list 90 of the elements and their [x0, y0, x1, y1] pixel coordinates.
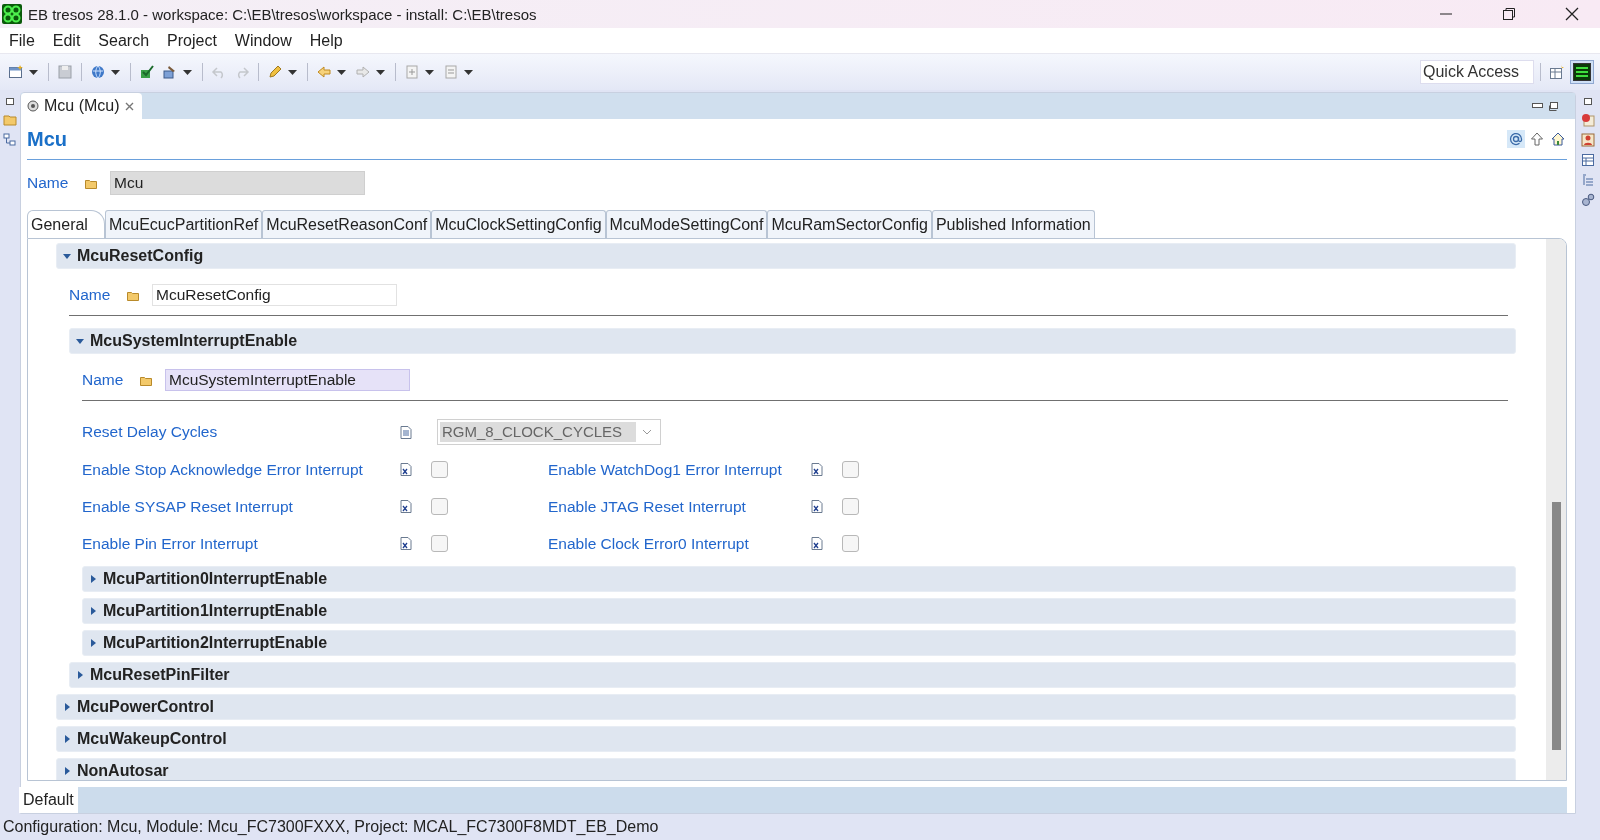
parameter-label: Enable WatchDog1 Error Interrupt	[548, 460, 783, 479]
dropdown-caret-icon[interactable]	[464, 69, 473, 75]
checkbox[interactable]	[842, 498, 859, 515]
section-header[interactable]: McuSystemInterruptEnable	[69, 328, 1516, 354]
tab[interactable]: Published Information	[931, 210, 1095, 238]
dropdown-caret-icon[interactable]	[337, 69, 346, 75]
dropdown-caret-icon[interactable]	[425, 69, 434, 75]
parameter-label: Enable Clock Error0 Interrupt	[548, 534, 750, 553]
parameter-icon	[811, 537, 823, 550]
status-text: Configuration: Mcu, Module: Mcu_FC7300FXXX, Project: MCAL_FC7300F8MDT_EB_Demo	[3, 818, 659, 836]
collapsed-arrow-icon[interactable]	[63, 703, 71, 711]
folder-icon	[127, 289, 140, 301]
collapsed-arrow-icon[interactable]	[89, 575, 97, 583]
dropdown-caret-icon[interactable]	[183, 69, 192, 75]
expanded-arrow-icon[interactable]	[63, 252, 71, 260]
editor-tab[interactable]: Mcu (Mcu)	[21, 93, 142, 119]
section-header[interactable]: NonAutosar	[56, 758, 1516, 780]
parameter-icon	[400, 537, 412, 550]
dropdown-caret-icon[interactable]	[111, 69, 120, 75]
parameter-label: Enable Pin Error Interrupt	[82, 534, 259, 553]
checkbox[interactable]	[431, 461, 448, 478]
menu-item[interactable]: Search	[98, 31, 160, 50]
checkbox[interactable]	[842, 461, 859, 478]
parameter-icon	[811, 463, 823, 476]
form-title: Mcu	[27, 127, 67, 151]
dropdown-caret-icon[interactable]	[29, 69, 38, 75]
checkbox[interactable]	[431, 535, 448, 552]
tab[interactable]: McuRamSectorConfig	[767, 210, 932, 238]
collapsed-arrow-icon[interactable]	[89, 639, 97, 647]
parameter-label: Reset Delay Cycles	[82, 423, 219, 441]
menu-item[interactable]: File	[9, 31, 45, 50]
window-title: EB tresos 28.1.0 - workspace: C:\EB\tresos\workspace - install: C:\EB\tresos	[28, 5, 537, 23]
section-header[interactable]: McuWakeupControl	[56, 726, 1516, 752]
tab[interactable]: McuModeSettingConf	[605, 210, 768, 238]
collapsed-arrow-icon[interactable]	[63, 735, 71, 743]
name-label: Name	[69, 286, 112, 304]
restore-icon[interactable]	[1501, 7, 1516, 21]
quick-access-field[interactable]: Quick Access	[1420, 60, 1534, 84]
tab[interactable]: General	[27, 210, 105, 238]
up-arrow-icon[interactable]	[1528, 130, 1546, 148]
terminal-icon[interactable]	[1570, 60, 1594, 84]
folder-icon	[140, 374, 153, 386]
tab[interactable]: McuClockSettingConfig	[431, 210, 606, 238]
menu-item[interactable]: Edit	[52, 31, 91, 50]
section-header[interactable]: McuPartition2InterruptEnable	[82, 630, 1516, 656]
parameter-icon	[811, 500, 823, 513]
collapsed-arrow-icon[interactable]	[63, 767, 71, 775]
section-header[interactable]: McuPartition0InterruptEnable	[82, 566, 1516, 592]
person-icon[interactable]	[1581, 133, 1595, 147]
parameter-icon	[400, 500, 412, 513]
gears-icon[interactable]	[1581, 193, 1595, 207]
minimize-icon[interactable]	[1532, 103, 1543, 109]
checkbox[interactable]	[431, 498, 448, 515]
restore-icon[interactable]	[5, 98, 15, 107]
parameter-label: Enable Stop Acknowledge Error Interrupt	[82, 460, 364, 479]
app-logo-icon	[2, 4, 22, 24]
menu-item[interactable]: Window	[234, 31, 302, 50]
document-icon	[400, 425, 412, 439]
restore-icon[interactable]	[1583, 98, 1593, 107]
dropdown-caret-icon[interactable]	[288, 69, 297, 75]
parameter-icon	[400, 463, 412, 476]
name-field[interactable]: McuResetConfig	[152, 284, 397, 306]
tab[interactable]: McuResetReasonConf	[262, 210, 432, 238]
expanded-arrow-icon[interactable]	[76, 337, 84, 345]
section-header[interactable]: McuPowerControl	[56, 694, 1516, 720]
at-sign-icon[interactable]	[1507, 130, 1525, 148]
tree-icon[interactable]	[3, 133, 17, 147]
section-header[interactable]: McuPartition1InterruptEnable	[82, 598, 1516, 624]
menu-item[interactable]: Project	[167, 31, 227, 50]
collapsed-arrow-icon[interactable]	[76, 671, 84, 679]
parameter-label: Enable JTAG Reset Interrupt	[548, 497, 747, 516]
maximize-icon[interactable]	[1549, 101, 1559, 111]
scrollbar[interactable]	[1546, 239, 1566, 780]
tab[interactable]: McuEcucPartitionRef	[104, 210, 263, 238]
error-icon[interactable]	[1581, 113, 1595, 127]
name-label: Name	[27, 174, 70, 192]
collapsed-arrow-icon[interactable]	[89, 607, 97, 615]
name-label: Name	[82, 371, 125, 389]
section-header[interactable]: McuResetConfig	[56, 243, 1516, 269]
table-icon[interactable]	[1581, 153, 1595, 167]
section-header[interactable]: McuResetPinFilter	[69, 662, 1516, 688]
name-field[interactable]: McuSystemInterruptEnable	[165, 369, 410, 391]
dropdown-caret-icon[interactable]	[376, 69, 385, 75]
folder-icon	[85, 177, 98, 189]
menu-item[interactable]: Help	[309, 31, 353, 50]
checkbox[interactable]	[842, 535, 859, 552]
disc-icon	[27, 100, 39, 112]
close-icon[interactable]	[1564, 7, 1579, 21]
parameter-label: Enable SYSAP Reset Interrupt	[82, 497, 294, 516]
home-icon[interactable]	[1549, 130, 1567, 148]
